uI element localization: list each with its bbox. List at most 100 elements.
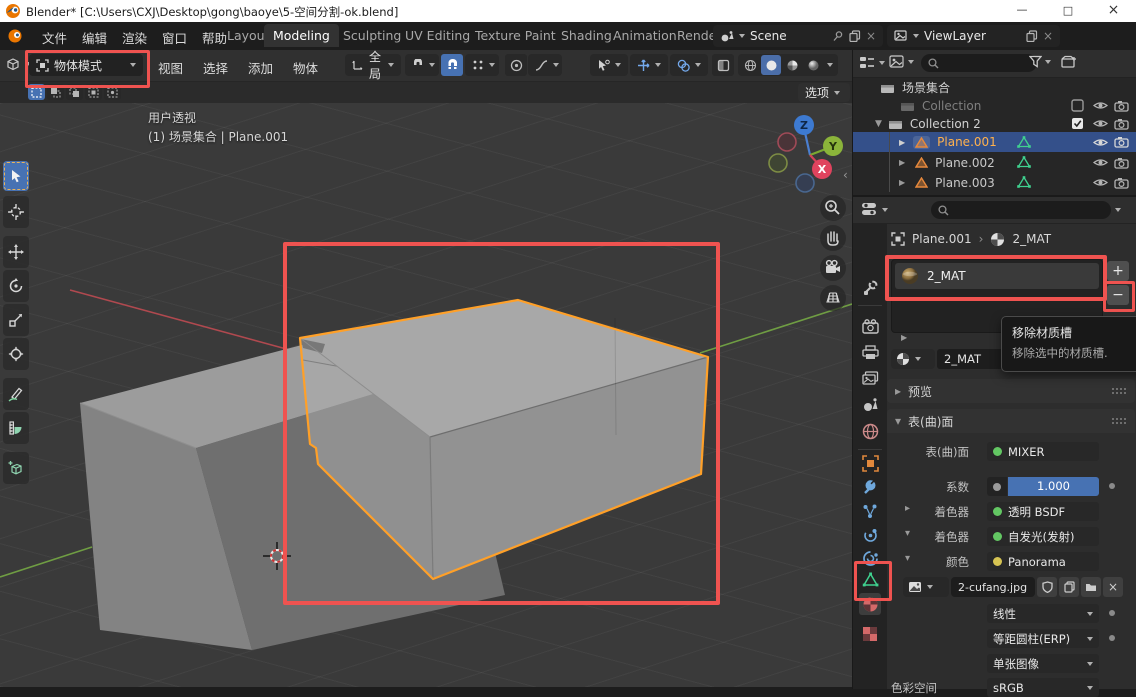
shader2-value-button[interactable]: 自发光(发射) [987,527,1099,546]
interpolation-dropdown[interactable]: 线性 [987,604,1099,623]
shading-dropdown-icon[interactable] [827,63,833,67]
perspective-toggle-button[interactable] [820,285,846,311]
add-material-slot-button[interactable]: + [1107,261,1129,281]
decorator-dot[interactable] [1109,610,1115,616]
tool-select-box[interactable] [3,161,29,191]
outliner-filter-button[interactable] [1029,55,1051,68]
properties-editor-type-button[interactable] [861,201,888,218]
outliner-row-collection-2[interactable]: ▼ Collection 2 [853,114,1136,133]
unlink-scene-icon[interactable]: × [866,29,876,43]
tab-world[interactable] [862,423,879,440]
select-mode-new-button[interactable] [28,84,45,100]
panel-preview-header[interactable]: ▸ 预览 [887,379,1135,403]
scene-selector[interactable]: Scene × [713,25,883,47]
tab-modeling[interactable]: Modeling [264,24,339,47]
blender-menu-icon[interactable] [7,28,23,44]
tool-rotate[interactable] [3,270,29,302]
tab-view-layer[interactable] [862,371,879,386]
snap-target-dropdown[interactable] [405,54,439,76]
expand-triangle-icon[interactable]: ▶ [899,178,905,187]
disable-render-camera-icon[interactable] [1114,177,1129,189]
tool-transform[interactable] [3,338,29,370]
copy-image-button[interactable] [1059,577,1079,597]
factor-slider[interactable]: 1.000 [1008,477,1099,496]
scene-canvas[interactable]: Z Y X ‹ 用户透视 (1) 场景集合 | Plane.001 [0,103,852,687]
navigation-gizmo[interactable]: Z Y X [769,115,843,192]
shading-rendered-button[interactable] [803,55,823,75]
exclude-checkbox-checked[interactable] [1071,117,1084,130]
tab-output[interactable] [862,345,879,360]
menu-object[interactable]: 物体 [287,56,324,79]
hide-eye-icon[interactable] [1093,118,1108,129]
viewlayer-selector[interactable]: ViewLayer × [887,25,1060,47]
outliner-row-plane-002[interactable]: ▶ Plane.002 [853,153,1136,172]
panel-surface-header[interactable]: ▾ 表(曲)面 [887,409,1135,433]
surface-value-button[interactable]: MIXER [987,442,1099,461]
menu-render[interactable]: 渲染 [116,26,153,49]
zoom-button[interactable] [820,195,846,221]
expand-triangle-icon[interactable]: ▶ [899,138,905,147]
colorspace-dropdown[interactable]: sRGB [987,678,1099,697]
tab-tool[interactable] [862,279,879,296]
shading-solid-button[interactable] [761,55,781,75]
outliner-row-scene-collection[interactable]: 场景集合 [853,78,1136,97]
show-hide-dropdown[interactable] [590,54,628,76]
disclosure-triangle-icon[interactable]: ▼ [875,119,882,129]
row-label[interactable]: Plane.002 [935,156,995,170]
close-button[interactable]: × [1091,0,1136,22]
open-image-folder-button[interactable] [1081,577,1101,597]
color-value-button[interactable]: Panorama [987,552,1099,571]
menu-select[interactable]: 选择 [197,56,234,79]
panel-drag-handle-icon[interactable] [1111,417,1127,425]
remove-viewlayer-icon[interactable]: × [1043,29,1053,43]
image-source-dropdown[interactable]: 单张图像 [987,654,1099,673]
outliner-row-plane-001[interactable]: ▶ Plane.001 [853,132,1136,152]
hide-eye-icon[interactable] [1093,177,1108,188]
decorator-dot[interactable] [1109,635,1115,641]
viewlayer-name[interactable]: ViewLayer [924,29,1021,43]
panel-drag-handle-icon[interactable] [1111,387,1127,395]
sidebar-collapse-icon[interactable]: ‹ [843,168,848,182]
outliner-row-plane-003[interactable]: ▶ Plane.003 [853,173,1136,192]
outliner-search-input[interactable] [921,54,1037,72]
slot-specials-expander-icon[interactable]: ▶ [901,333,907,342]
image-name-field[interactable]: 2-cufang.jpg [951,577,1035,597]
breadcrumb-material[interactable]: 2_MAT [1012,232,1051,246]
menu-file[interactable]: 文件 [36,26,73,49]
menu-add[interactable]: 添加 [242,56,279,79]
disable-render-camera-icon[interactable] [1114,136,1129,148]
options-dropdown[interactable]: 选项 [798,83,850,102]
browse-image-button[interactable] [903,577,949,597]
select-mode-invert-button[interactable] [85,84,102,100]
select-mode-subtract-button[interactable] [66,84,83,100]
new-scene-icon[interactable] [849,30,861,42]
row-label[interactable]: Plane.003 [935,176,995,190]
material-slot-row[interactable]: 2_MAT [895,263,1099,289]
tool-cursor[interactable] [3,196,29,228]
tool-measure[interactable] [3,412,29,444]
properties-options-dropdown-icon[interactable] [1115,208,1121,212]
transform-orientation-dropdown[interactable]: 全局 [345,54,401,76]
snap-toggle[interactable] [441,54,463,76]
new-collection-button[interactable] [1061,55,1077,69]
unlink-image-button[interactable]: × [1103,577,1123,597]
tool-scale[interactable] [3,304,29,336]
xray-toggle[interactable] [712,54,734,76]
tab-constraints[interactable] [862,550,879,567]
tab-texture[interactable] [862,626,878,642]
hide-eye-icon[interactable] [1093,100,1108,111]
tab-object-data[interactable] [862,572,879,588]
scene-name[interactable]: Scene [750,29,827,43]
outliner-row-collection[interactable]: Collection [853,96,1136,115]
hide-eye-icon[interactable] [1093,157,1108,168]
tab-render[interactable] [862,319,879,334]
select-mode-extend-button[interactable] [47,84,64,100]
expand-triangle-icon[interactable]: ▶ [899,158,905,167]
proportional-falloff-dropdown[interactable] [528,54,562,76]
select-mode-intersect-button[interactable] [104,84,121,100]
pan-button[interactable] [820,225,846,251]
menu-view[interactable]: 视图 [152,56,189,79]
minimize-button[interactable]: — [999,0,1045,22]
decorator-dot[interactable] [1109,483,1115,489]
tab-material[interactable] [859,593,881,615]
